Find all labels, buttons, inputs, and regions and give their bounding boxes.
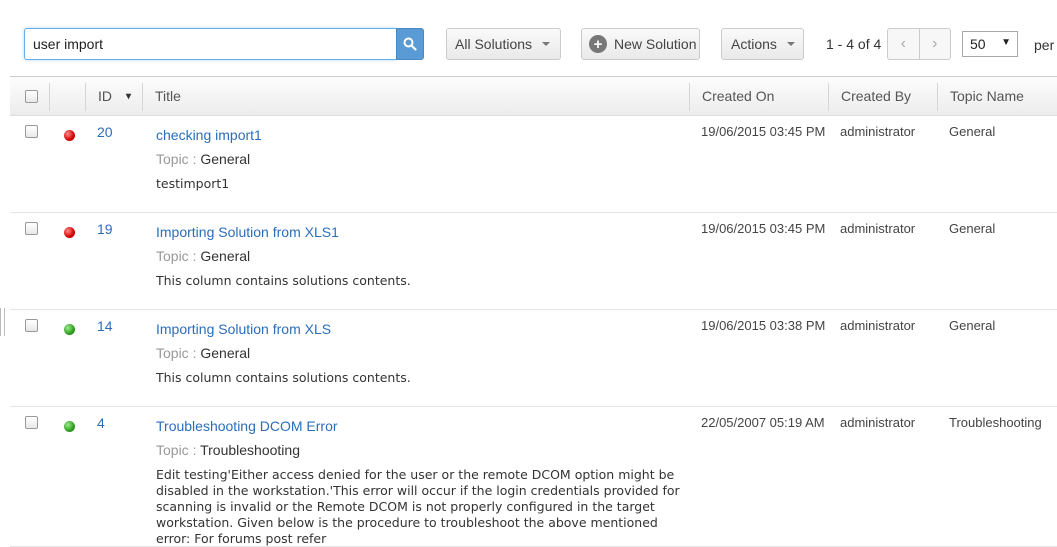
- row-topic-name: General: [949, 124, 996, 139]
- row-description: testimport1: [156, 176, 230, 191]
- row-created-on: 19/06/2015 03:45 PM: [701, 124, 826, 139]
- caret-down-icon: [786, 42, 795, 46]
- per-page-value: 50: [970, 36, 986, 52]
- status-red-icon: [64, 130, 75, 141]
- status-red-icon: [64, 227, 75, 238]
- plus-circle-icon: +: [589, 35, 607, 53]
- column-topic-name[interactable]: Topic Name: [950, 77, 1024, 115]
- column-created-on-label: Created On: [702, 88, 775, 104]
- pager-nav: ‹ ›: [887, 28, 951, 60]
- row-id-link[interactable]: 4: [97, 415, 105, 431]
- row-topic-value: General: [200, 151, 251, 167]
- solutions-filter-dropdown[interactable]: All Solutions: [446, 28, 561, 60]
- row-topic-name: General: [949, 221, 996, 236]
- row-description: This column contains solutions contents.: [156, 370, 411, 385]
- search-box: [24, 28, 396, 60]
- column-created-on[interactable]: Created On: [702, 77, 774, 115]
- actions-label: Actions: [731, 36, 777, 52]
- toolbar: All Solutions + New Solution Actions 1 -…: [0, 0, 1057, 72]
- row-topic: Topic : General: [156, 345, 250, 361]
- per-page-select[interactable]: 50 ▼: [962, 31, 1018, 57]
- actions-dropdown[interactable]: Actions: [721, 28, 804, 60]
- row-topic-value: Troubleshooting: [200, 442, 300, 458]
- row-topic: Topic : General: [156, 151, 250, 167]
- search-input[interactable]: [25, 29, 396, 59]
- row-id-link[interactable]: 20: [97, 124, 113, 140]
- row-created-on: 22/05/2007 05:19 AM: [701, 415, 825, 430]
- caret-down-icon: [542, 42, 551, 46]
- row-checkbox[interactable]: [25, 319, 38, 332]
- column-title-label: Title: [155, 88, 181, 104]
- row-checkbox[interactable]: [25, 125, 38, 138]
- column-created-by[interactable]: Created By: [841, 77, 911, 115]
- status-green-icon: [64, 421, 75, 432]
- row-topic-label: Topic :: [156, 248, 197, 264]
- sort-desc-icon[interactable]: ▾: [126, 91, 131, 102]
- status-green-icon: [64, 324, 75, 335]
- row-title-link[interactable]: Importing Solution from XLS: [156, 321, 331, 337]
- row-title-link[interactable]: Importing Solution from XLS1: [156, 224, 339, 240]
- table-row[interactable]: 20 checking import1 Topic : General testimp…: [10, 116, 1057, 213]
- new-solution-label: New Solution: [614, 36, 697, 52]
- row-created-by: administrator: [840, 415, 916, 430]
- row-created-by: administrator: [840, 221, 916, 236]
- search-icon: [403, 37, 417, 51]
- row-description: This column contains solutions contents.: [156, 273, 411, 288]
- row-checkbox[interactable]: [25, 416, 38, 429]
- column-created-by-label: Created By: [841, 88, 912, 104]
- row-topic-name: Troubleshooting: [949, 415, 1042, 430]
- row-title-link[interactable]: Troubleshooting DCOM Error: [156, 418, 338, 434]
- previous-page-icon[interactable]: ‹: [888, 29, 920, 59]
- next-page-icon[interactable]: ›: [920, 29, 951, 59]
- row-created-by: administrator: [840, 318, 916, 333]
- row-id-link[interactable]: 19: [97, 221, 113, 237]
- solutions-filter-label: All Solutions: [455, 36, 533, 52]
- row-id-link[interactable]: 14: [97, 318, 113, 334]
- select-all-cell: [25, 77, 38, 115]
- row-topic-label: Topic :: [156, 151, 197, 167]
- table-row[interactable]: 14 Importing Solution from XLS Topic : Gen…: [10, 310, 1057, 407]
- column-topic-name-label: Topic Name: [950, 88, 1024, 104]
- row-created-on: 19/06/2015 03:38 PM: [701, 318, 826, 333]
- row-description: Edit testing'Either access denied for th…: [156, 467, 680, 546]
- row-title-link[interactable]: checking import1: [156, 127, 262, 143]
- column-id[interactable]: ID ▾: [98, 77, 131, 115]
- pager-range: 1 - 4 of 4: [826, 36, 882, 52]
- new-solution-button[interactable]: + New Solution: [581, 28, 700, 60]
- table-row[interactable]: 4 Troubleshooting DCOM Error Topic : Troub…: [10, 407, 1057, 547]
- row-topic-value: General: [200, 345, 251, 361]
- row-topic-value: General: [200, 248, 251, 264]
- select-all-checkbox[interactable]: [25, 89, 38, 103]
- row-topic: Topic : Troubleshooting: [156, 442, 300, 458]
- dropdown-arrow-icon: ▼: [1001, 37, 1011, 48]
- column-title[interactable]: Title: [155, 77, 181, 115]
- resize-handle[interactable]: [0, 308, 5, 336]
- per-page-label: per: [1034, 37, 1055, 53]
- row-checkbox[interactable]: [25, 222, 38, 235]
- table-header: ID ▾ Title Created On Created By Topic N…: [10, 76, 1057, 116]
- row-created-by: administrator: [840, 124, 916, 139]
- column-id-label: ID: [98, 88, 112, 104]
- row-topic-name: General: [949, 318, 996, 333]
- table-row[interactable]: 19 Importing Solution from XLS1 Topic : Ge…: [10, 213, 1057, 310]
- row-topic-label: Topic :: [156, 442, 197, 458]
- row-topic: Topic : General: [156, 248, 250, 264]
- row-created-on: 19/06/2015 03:45 PM: [701, 221, 826, 236]
- row-topic-label: Topic :: [156, 345, 197, 361]
- search-button[interactable]: [396, 28, 424, 60]
